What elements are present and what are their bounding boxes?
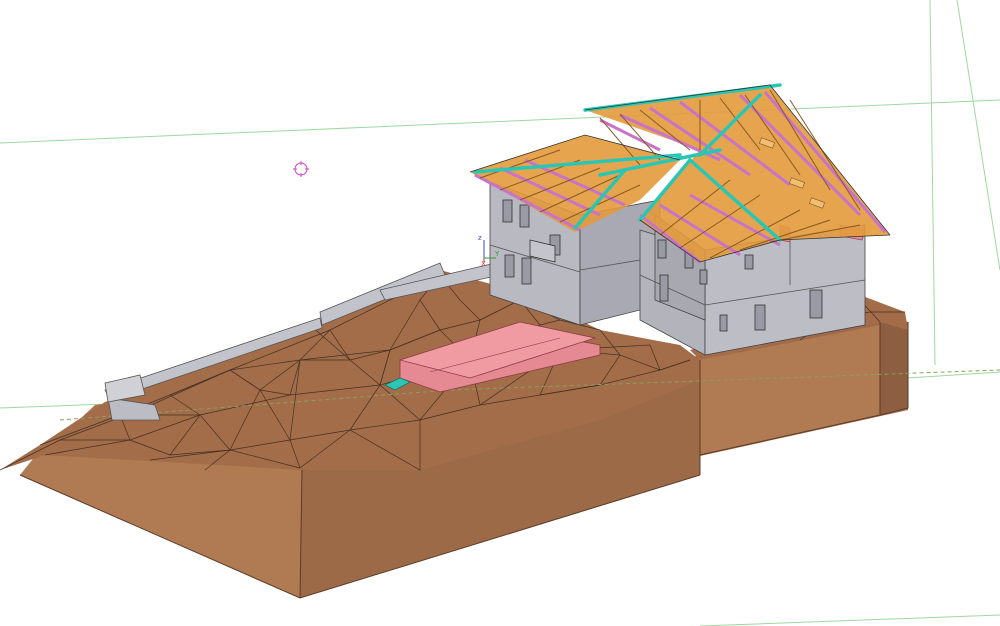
model-scene[interactable]: z Y X <box>0 0 1000 626</box>
target-icon[interactable] <box>293 161 309 177</box>
terrain-block-front-face <box>20 450 302 598</box>
3d-viewport[interactable]: z Y X <box>0 0 1000 626</box>
axis-z-label: z <box>478 234 482 242</box>
terrain-block-house-side <box>880 320 908 415</box>
axis-y-label: Y <box>494 250 500 258</box>
axis-x-label: X <box>481 260 486 268</box>
